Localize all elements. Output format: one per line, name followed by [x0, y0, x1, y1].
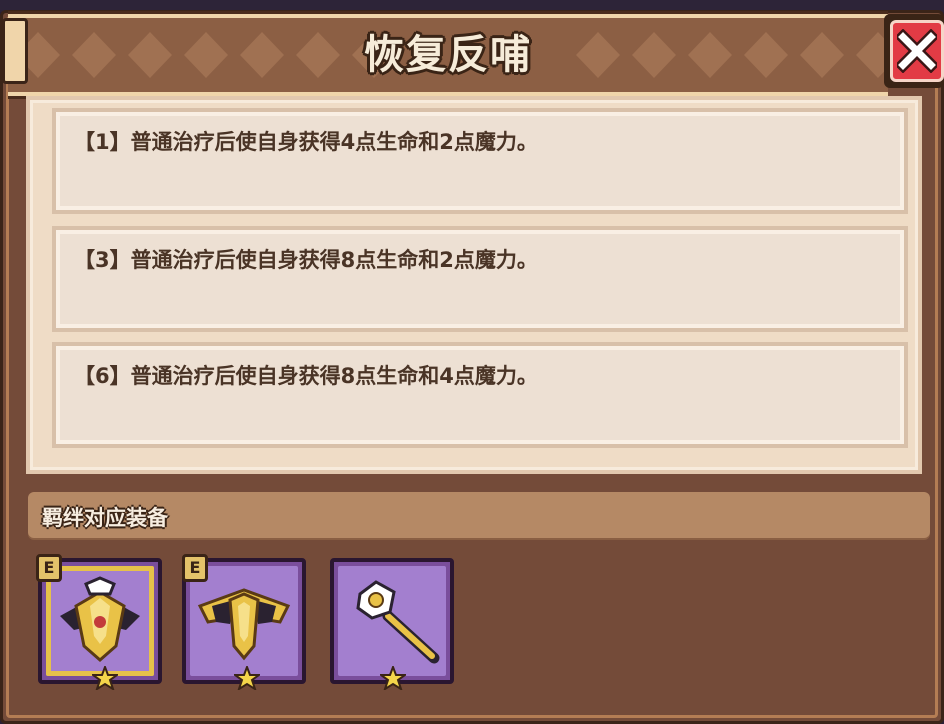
effect-card: 【1】普通治疗后使自身获得4点生命和2点魔力。 [52, 108, 908, 214]
close-button[interactable] [884, 14, 944, 88]
banner-left-cap [2, 18, 28, 84]
effect-text: 【6】普通治疗后使自身获得8点生命和4点魔力。 [74, 364, 538, 388]
scepter-icon [356, 580, 440, 664]
star-icon [92, 666, 118, 690]
slot-face [338, 566, 446, 676]
dialog-title: 恢复反哺 [364, 32, 532, 78]
slot-face [46, 566, 154, 676]
equipment-badge: E [182, 554, 208, 582]
equipment-badge: E [36, 554, 62, 582]
effect-card: 【6】普通治疗后使自身获得8点生命和4点魔力。 [52, 342, 908, 448]
title-banner: 恢复反哺 [8, 14, 888, 96]
star-icon [234, 666, 260, 690]
winged-armor-icon [197, 588, 291, 661]
effect-text: 【1】普通治疗后使自身获得4点生命和2点魔力。 [74, 130, 538, 154]
golden-armor-icon [60, 576, 140, 662]
effect-card: 【3】普通治疗后使自身获得8点生命和2点魔力。 [52, 226, 908, 332]
close-button-face[interactable] [890, 20, 944, 82]
star-icon [380, 666, 406, 690]
slot-face [190, 566, 298, 676]
equipment-label: 羁绊对应装备 [42, 506, 168, 530]
effect-text: 【3】普通治疗后使自身获得8点生命和2点魔力。 [74, 248, 538, 272]
close-icon [897, 29, 937, 73]
equipment-header: 羁绊对应装备 [28, 492, 930, 538]
